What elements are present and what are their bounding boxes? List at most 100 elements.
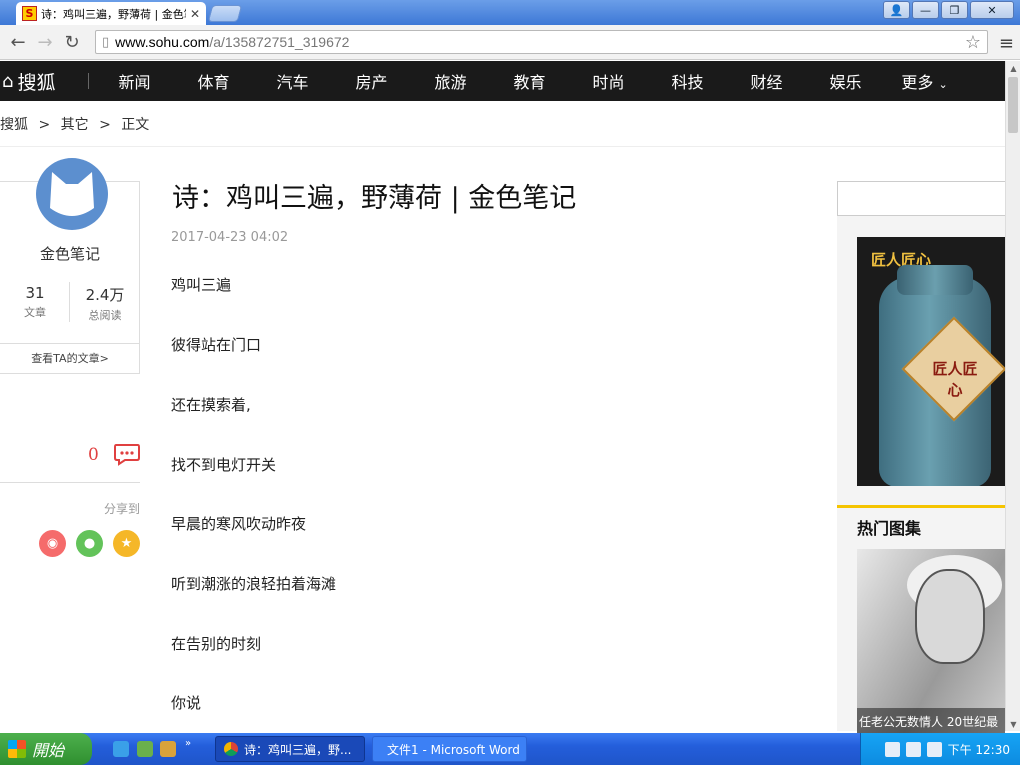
logo-text: 搜狐 bbox=[17, 71, 56, 94]
chevron-down-icon: ⌄ bbox=[938, 78, 948, 91]
home-icon: ⌂ bbox=[2, 70, 14, 92]
tab-close-icon[interactable]: ✕ bbox=[190, 7, 200, 21]
comment-count[interactable]: 0 bbox=[88, 445, 99, 465]
breadcrumb-other[interactable]: 其它 bbox=[61, 117, 89, 133]
avatar[interactable] bbox=[36, 158, 108, 230]
article-paragraph: 找不到电灯开关 bbox=[171, 456, 277, 474]
header-divider bbox=[0, 146, 1005, 147]
comment-icon[interactable] bbox=[113, 442, 141, 466]
quicklaunch-more-icon[interactable]: » bbox=[185, 738, 195, 754]
hot-gallery-divider bbox=[837, 505, 1005, 508]
article-paragraph: 还在摸索着, bbox=[171, 396, 251, 414]
stat-articles: 31 文章 bbox=[0, 284, 70, 320]
nav-travel[interactable]: 旅游 bbox=[411, 69, 490, 93]
taskbar-item-browser[interactable]: 诗：鸡叫三遍，野... bbox=[215, 736, 365, 762]
clock[interactable]: 下午 12:30 bbox=[948, 741, 1010, 758]
share-label: 分享到 bbox=[103, 502, 140, 516]
address-bar[interactable]: ▯ www.sohu.com/a/135872751_319672 ☆ bbox=[95, 30, 988, 54]
favorite-share-icon[interactable]: ★ bbox=[113, 530, 140, 557]
articles-count: 31 bbox=[25, 284, 45, 302]
sohu-favicon-icon: S bbox=[22, 6, 37, 21]
browser-menu-icon[interactable]: ≡ bbox=[999, 33, 1014, 54]
article-paragraph: 在告别的时刻 bbox=[171, 635, 262, 653]
article-paragraph: 彼得站在门口 bbox=[171, 336, 262, 354]
ie-icon[interactable] bbox=[113, 741, 129, 757]
taskbar-item-label: 文件1 - Microsoft Word bbox=[387, 742, 520, 757]
hot-image-face bbox=[915, 569, 985, 664]
reads-count: 2.4万 bbox=[85, 286, 125, 304]
nav-more[interactable]: 更多 ⌄ bbox=[885, 69, 964, 93]
hot-gallery-caption[interactable]: 任老公无数情人 20世纪最 bbox=[857, 708, 1005, 734]
minimize-button[interactable]: — bbox=[912, 1, 939, 19]
article-paragraph: 你说 bbox=[171, 694, 202, 712]
start-label: 開始 bbox=[32, 741, 65, 760]
tray-help-icon[interactable] bbox=[905, 741, 921, 757]
reload-icon[interactable]: ↻ bbox=[60, 30, 84, 54]
side-divider bbox=[0, 482, 140, 483]
tray-volume-icon[interactable] bbox=[926, 741, 942, 757]
tab-title: 诗：鸡叫三遍，野薄荷 | 金色笔记 bbox=[41, 7, 186, 21]
page-icon: ▯ bbox=[102, 34, 110, 50]
nav-house[interactable]: 房产 bbox=[332, 69, 411, 93]
back-icon[interactable]: ← bbox=[6, 30, 30, 54]
scroll-up-icon[interactable]: ▲ bbox=[1006, 61, 1020, 75]
taskbar-item-label: 诗：鸡叫三遍，野... bbox=[244, 742, 352, 757]
media-icon[interactable] bbox=[160, 741, 176, 757]
hot-gallery-title: 热门图集 bbox=[857, 519, 922, 538]
restore-button[interactable]: ❐ bbox=[941, 1, 968, 19]
avatar-cat-icon bbox=[50, 172, 94, 216]
close-button[interactable]: ✕ bbox=[970, 1, 1014, 19]
breadcrumb: 搜狐 > 其它 > 正文 bbox=[0, 114, 155, 134]
weibo-share-icon[interactable]: ◉ bbox=[39, 530, 66, 557]
chrome-icon bbox=[224, 742, 238, 756]
article-paragraph: 鸡叫三遍 bbox=[171, 276, 232, 294]
ad-banner[interactable]: 匠人匠心 匠人匠心 bbox=[857, 237, 1005, 486]
ad-jar-neck bbox=[897, 265, 973, 295]
breadcrumb-home[interactable]: 搜狐 bbox=[0, 117, 28, 133]
system-tray: 下午 12:30 bbox=[860, 733, 1020, 765]
article-date: 2017-04-23 04:02 bbox=[171, 230, 289, 245]
bookmark-star-icon[interactable]: ☆ bbox=[965, 32, 981, 53]
nav-finance[interactable]: 财经 bbox=[727, 69, 806, 93]
browser-titlebar: S 诗：鸡叫三遍，野薄荷 | 金色笔记 ✕ 👤 — ❐ ✕ bbox=[0, 0, 1020, 25]
browser-tab[interactable]: S 诗：鸡叫三遍，野薄荷 | 金色笔记 ✕ bbox=[16, 2, 206, 25]
scroll-thumb[interactable] bbox=[1008, 77, 1018, 133]
search-input[interactable] bbox=[837, 181, 1005, 216]
sohu-logo[interactable]: ⌂ 搜狐 bbox=[0, 68, 100, 95]
article-paragraph: 早晨的寒风吹动昨夜 bbox=[171, 515, 307, 533]
windows-flag-icon bbox=[8, 740, 26, 758]
tray-network-icon[interactable] bbox=[884, 741, 900, 757]
nav-tech[interactable]: 科技 bbox=[648, 69, 727, 93]
stat-reads: 2.4万 总阅读 bbox=[70, 284, 140, 323]
nav-more-label: 更多 bbox=[901, 73, 934, 92]
start-button[interactable]: 開始 bbox=[0, 733, 92, 765]
breadcrumb-separator: > bbox=[99, 117, 111, 133]
article-title: 诗：鸡叫三遍，野薄荷 | 金色笔记 bbox=[172, 183, 577, 214]
nav-entertainment[interactable]: 娱乐 bbox=[806, 69, 885, 93]
taskbar-item-word[interactable]: 文件1 - Microsoft Word bbox=[372, 736, 527, 762]
author-articles-link[interactable]: 查看TA的文章> bbox=[0, 350, 140, 366]
nav-news[interactable]: 新闻 bbox=[95, 69, 174, 93]
reads-label: 总阅读 bbox=[88, 309, 122, 322]
article-paragraph: 听到潮涨的浪轻拍着海滩 bbox=[171, 575, 337, 593]
site-nav: ⌂ 搜狐 新闻 体育 汽车 房产 旅游 教育 时尚 科技 财经 娱乐 更多 ⌄ bbox=[0, 61, 1005, 101]
forward-icon[interactable]: → bbox=[33, 30, 57, 54]
url-text[interactable]: www.sohu.com/a/135872751_319672 bbox=[115, 34, 965, 50]
nav-auto[interactable]: 汽车 bbox=[253, 69, 332, 93]
author-name[interactable]: 金色笔记 bbox=[0, 243, 140, 264]
nav-divider bbox=[88, 73, 89, 89]
user-icon[interactable]: 👤 bbox=[883, 1, 910, 19]
nav-sports[interactable]: 体育 bbox=[174, 69, 253, 93]
wechat-share-icon[interactable]: ● bbox=[76, 530, 103, 557]
browser-toolbar: ← → ↻ ▯ www.sohu.com/a/135872751_319672 … bbox=[0, 25, 1020, 60]
hot-gallery-image[interactable]: 任老公无数情人 20世纪最 bbox=[857, 549, 1005, 734]
taskbar: 開始 » 诗：鸡叫三遍，野... 文件1 - Microsoft Word 下午… bbox=[0, 733, 1020, 765]
scrollbar[interactable]: ▲ ▼ bbox=[1005, 61, 1020, 731]
new-tab-button[interactable] bbox=[207, 5, 243, 22]
nav-fashion[interactable]: 时尚 bbox=[569, 69, 648, 93]
breadcrumb-current: 正文 bbox=[121, 117, 150, 133]
nav-education[interactable]: 教育 bbox=[490, 69, 569, 93]
scroll-down-icon[interactable]: ▼ bbox=[1006, 717, 1020, 731]
desktop-icon[interactable] bbox=[137, 741, 153, 757]
ad-jar-label-text: 匠人匠心 bbox=[932, 360, 978, 399]
